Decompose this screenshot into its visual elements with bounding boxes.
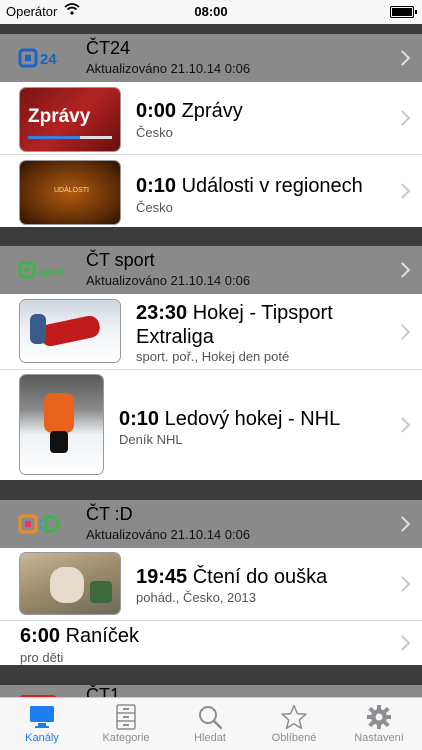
channel-updated: Aktualizováno 21.10.14 0:06 [86, 273, 251, 288]
program-subtitle: Česko [136, 125, 173, 140]
program-subtitle: sport. poř., Hokej den poté [136, 349, 290, 364]
program-subtitle: Česko [136, 200, 173, 215]
program-row[interactable]: 19:45 Čtení do ouška pohád., Česko, 2013 [0, 548, 422, 621]
battery-icon [390, 6, 417, 18]
program-row[interactable]: Zprávy 0:00 Zprávy Česko [0, 82, 422, 155]
program-thumbnail: Zprávy [20, 88, 120, 151]
program-subtitle: pro děti [20, 650, 64, 665]
ct24-logo: 24 [18, 48, 57, 68]
program-title: Ledový hokej - NHL [164, 408, 341, 430]
svg-text:sport: sport [37, 266, 65, 278]
section-divider [0, 480, 422, 500]
program-title: Události v regionech [181, 175, 363, 197]
cabinet-icon [116, 704, 136, 730]
chevron-right-icon [394, 262, 411, 278]
channel-name: ČT sport [86, 250, 155, 270]
program-thumbnail [20, 300, 120, 362]
channel-updated: Aktualizováno 21.10.14 0:06 [86, 527, 251, 542]
section-divider [0, 665, 422, 685]
program-row[interactable]: 0:10 Ledový hokej - NHL Deník NHL [0, 370, 422, 480]
program-title: Čtení do ouška [192, 566, 328, 588]
channel-header-ct-sport[interactable]: sport ČT sport Aktualizováno 21.10.14 0:… [0, 246, 422, 294]
chevron-right-icon [394, 50, 411, 66]
program-thumbnail: UDÁLOSTI [20, 161, 120, 224]
program-thumbnail [20, 375, 103, 474]
status-time: 08:00 [194, 4, 228, 19]
tab-bar: Kanály Kategorie Hledat Oblíbené Nastave… [0, 697, 422, 750]
tab-label: Oblíbené [271, 732, 317, 744]
status-bar: Operátor 08:00 [0, 0, 422, 24]
chevron-right-icon [394, 576, 411, 592]
gear-icon [367, 705, 391, 729]
tab-oblibene[interactable]: Oblíbené [252, 698, 336, 750]
channel-name: ČT24 [86, 38, 131, 58]
program-time: 0:00 [136, 100, 177, 122]
search-icon [199, 706, 223, 730]
thumbnail-caption: UDÁLOSTI [54, 187, 90, 194]
program-row[interactable]: UDÁLOSTI 0:10 Události v regionech Česko [0, 155, 422, 227]
tab-kategorie[interactable]: Kategorie [84, 698, 168, 750]
program-time: 0:10 [119, 408, 160, 430]
program-row[interactable]: 23:30 Hokej - Tipsport Extraliga sport. … [0, 294, 422, 370]
tab-label: Kategorie [102, 732, 150, 744]
thumbnail-caption: Zprávy [28, 106, 91, 127]
chevron-right-icon [394, 417, 411, 433]
program-thumbnail [20, 553, 120, 614]
tab-hledat[interactable]: Hledat [168, 698, 252, 750]
chevron-right-icon [394, 516, 411, 532]
program-time: 0:10 [136, 175, 177, 197]
section-divider [0, 227, 422, 247]
chevron-right-icon [394, 110, 411, 126]
ct-d-logo [18, 514, 60, 534]
svg-text:24: 24 [40, 51, 57, 68]
program-time: 23:30 [136, 302, 188, 324]
tab-nastaveni[interactable]: Nastavení [336, 698, 422, 750]
tab-label: Kanály [25, 732, 59, 744]
ct-sport-logo: sport [18, 261, 65, 279]
chevron-right-icon [394, 635, 411, 651]
channel-header-ct-d[interactable]: ČT :D Aktualizováno 21.10.14 0:06 [0, 500, 422, 548]
star-icon [281, 704, 307, 730]
program-title: Zprávy [181, 100, 243, 122]
tab-label: Nastavení [354, 732, 404, 744]
chevron-right-icon [394, 323, 411, 340]
channel-name: ČT :D [86, 504, 133, 524]
section-divider [0, 24, 422, 34]
program-time: 6:00 [20, 625, 61, 647]
tab-kanaly[interactable]: Kanály [0, 698, 84, 750]
program-subtitle: Deník NHL [119, 432, 183, 447]
channel-header-ct24[interactable]: 24 ČT24 Aktualizováno 21.10.14 0:06 [0, 34, 422, 82]
program-title-line2: Extraliga [136, 326, 214, 348]
tab-label: Hledat [194, 732, 226, 744]
program-row[interactable]: 6:00 Raníček pro děti [0, 621, 422, 665]
channel-updated: Aktualizováno 21.10.14 0:06 [86, 61, 251, 76]
program-title: Hokej - Tipsport [192, 302, 333, 324]
program-title: Raníček [65, 625, 139, 647]
program-time: 19:45 [136, 566, 188, 588]
monitor-icon [30, 706, 54, 728]
program-subtitle: pohád., Česko, 2013 [136, 590, 256, 605]
chevron-right-icon [394, 183, 411, 199]
